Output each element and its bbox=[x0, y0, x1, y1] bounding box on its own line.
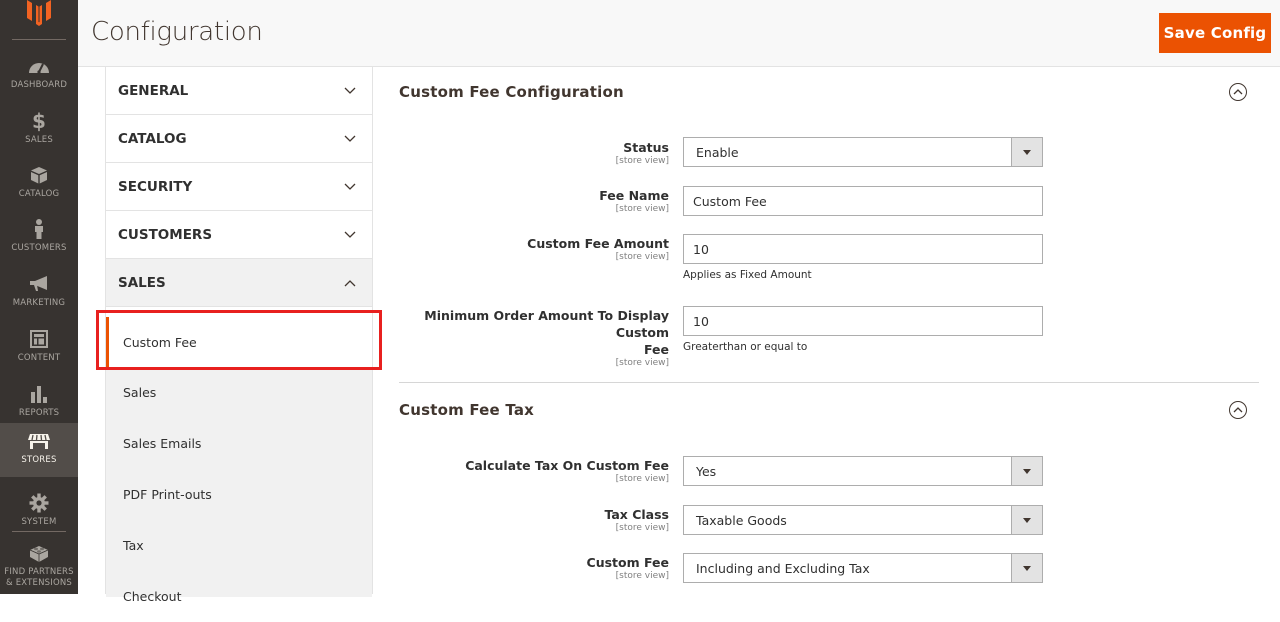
tax-class-select[interactable]: Taxable Goods bbox=[683, 505, 1043, 535]
tab-sales[interactable]: Sales bbox=[106, 367, 372, 418]
field-label: Calculate Tax On Custom Fee [store view] bbox=[465, 458, 669, 484]
tab-group-security[interactable]: SECURITY bbox=[106, 163, 372, 211]
field-note: Greaterthan or equal to bbox=[683, 341, 808, 353]
store-icon bbox=[28, 430, 50, 452]
nav-item-catalog[interactable]: CATALOG bbox=[0, 157, 78, 211]
megaphone-icon bbox=[28, 273, 50, 295]
tab-group-customers[interactable]: CUSTOMERS bbox=[106, 211, 372, 259]
chevron-down-icon bbox=[344, 133, 356, 145]
chevron-up-icon bbox=[344, 277, 356, 289]
magento-logo-icon bbox=[27, 0, 51, 26]
field-label: Tax Class [store view] bbox=[604, 507, 669, 533]
section-header-custom-fee-tax[interactable]: Custom Fee Tax bbox=[399, 390, 1259, 430]
lego-brick-icon bbox=[28, 542, 50, 564]
nav-label: STORES bbox=[21, 455, 57, 465]
nav-label: SYSTEM bbox=[21, 517, 57, 527]
nav-label: FIND PARTNERS & EXTENSIONS bbox=[4, 567, 74, 588]
layout-icon bbox=[28, 328, 50, 350]
section-divider bbox=[399, 382, 1259, 383]
config-tabs: GENERAL CATALOG SECURITY CUSTOMERS SALES… bbox=[105, 67, 373, 604]
nav-label: MARKETING bbox=[12, 298, 66, 308]
section-title: Custom Fee Configuration bbox=[399, 83, 624, 101]
nav-item-reports[interactable]: REPORTS bbox=[0, 376, 78, 430]
dropdown-arrow-icon bbox=[1011, 457, 1042, 485]
custom-fee-amount-input[interactable]: 10 bbox=[683, 234, 1043, 264]
tab-group-catalog[interactable]: CATALOG bbox=[106, 115, 372, 163]
person-icon bbox=[28, 218, 50, 240]
minimum-order-amount-input[interactable]: 10 bbox=[683, 306, 1043, 336]
bar-chart-icon bbox=[28, 383, 50, 405]
nav-divider bbox=[12, 531, 66, 532]
status-select[interactable]: Enable bbox=[683, 137, 1043, 167]
dropdown-arrow-icon bbox=[1011, 506, 1042, 534]
field-label: Custom Fee Amount [store view] bbox=[527, 236, 669, 262]
collapse-icon[interactable] bbox=[1229, 83, 1247, 101]
tab-sales-emails[interactable]: Sales Emails bbox=[106, 418, 372, 469]
section-header-custom-fee-configuration[interactable]: Custom Fee Configuration bbox=[399, 72, 1259, 112]
save-config-button[interactable]: Save Config bbox=[1159, 13, 1271, 53]
sales-tab-list: Custom Fee Sales Sales Emails PDF Print-… bbox=[106, 317, 372, 604]
section-title: Custom Fee Tax bbox=[399, 401, 535, 419]
nav-label: CUSTOMERS bbox=[11, 243, 67, 253]
box-icon bbox=[28, 164, 50, 186]
collapse-icon[interactable] bbox=[1229, 401, 1247, 419]
calculate-tax-select[interactable]: Yes bbox=[683, 456, 1043, 486]
field-note: Applies as Fixed Amount bbox=[683, 269, 812, 281]
tab-pdf-print-outs[interactable]: PDF Print-outs bbox=[106, 469, 372, 520]
chevron-down-icon bbox=[344, 229, 356, 241]
dollar-icon: $ bbox=[32, 109, 46, 133]
tab-group-sales[interactable]: SALES bbox=[106, 259, 372, 307]
dropdown-arrow-icon bbox=[1011, 138, 1042, 166]
fee-name-input[interactable]: Custom Fee bbox=[683, 186, 1043, 216]
field-label: Status [store view] bbox=[615, 140, 669, 166]
field-label: Fee Name [store view] bbox=[599, 188, 669, 214]
nav-item-stores[interactable]: STORES bbox=[0, 423, 78, 477]
page-header: Configuration Save Config bbox=[78, 0, 1280, 67]
nav-label: CONTENT bbox=[17, 353, 61, 363]
nav-label: REPORTS bbox=[18, 408, 60, 418]
custom-fee-display-select[interactable]: Including and Excluding Tax bbox=[683, 553, 1043, 583]
tab-group-label: GENERAL bbox=[118, 82, 189, 99]
tab-group-label: CATALOG bbox=[118, 130, 187, 147]
gear-icon bbox=[28, 492, 50, 514]
magento-logo[interactable] bbox=[0, 0, 78, 38]
nav-item-find-partners[interactable]: FIND PARTNERS & EXTENSIONS bbox=[0, 535, 78, 594]
nav-item-dashboard[interactable]: DASHBOARD bbox=[0, 48, 78, 102]
tab-group-label: CUSTOMERS bbox=[118, 226, 213, 243]
tab-group-general[interactable]: GENERAL bbox=[106, 67, 372, 115]
nav-label: DASHBOARD bbox=[10, 80, 68, 90]
dashboard-icon bbox=[28, 55, 50, 77]
field-label: Minimum Order Amount To Display Custom F… bbox=[424, 308, 669, 368]
tab-tax[interactable]: Tax bbox=[106, 520, 372, 571]
config-content: Custom Fee Configuration Status [store v… bbox=[373, 67, 1280, 594]
page-title: Configuration bbox=[91, 17, 263, 47]
chevron-down-icon bbox=[344, 85, 356, 97]
field-label: Custom Fee [store view] bbox=[586, 555, 669, 581]
nav-item-sales[interactable]: $ SALES bbox=[0, 103, 78, 157]
chevron-down-icon bbox=[344, 181, 356, 193]
nav-divider bbox=[12, 39, 66, 40]
tab-group-label: SALES bbox=[118, 274, 166, 291]
nav-label: SALES bbox=[25, 135, 53, 145]
nav-item-customers[interactable]: CUSTOMERS bbox=[0, 211, 78, 265]
nav-label: CATALOG bbox=[18, 189, 60, 199]
admin-menu: DASHBOARD $ SALES CATALOG CUSTOMERS MARK… bbox=[0, 0, 78, 594]
nav-item-marketing[interactable]: MARKETING bbox=[0, 266, 78, 320]
nav-item-content[interactable]: CONTENT bbox=[0, 321, 78, 375]
tab-checkout[interactable]: Checkout bbox=[106, 571, 372, 622]
dropdown-arrow-icon bbox=[1011, 554, 1042, 582]
tab-custom-fee[interactable]: Custom Fee bbox=[106, 317, 372, 367]
tab-group-label: SECURITY bbox=[118, 178, 193, 195]
